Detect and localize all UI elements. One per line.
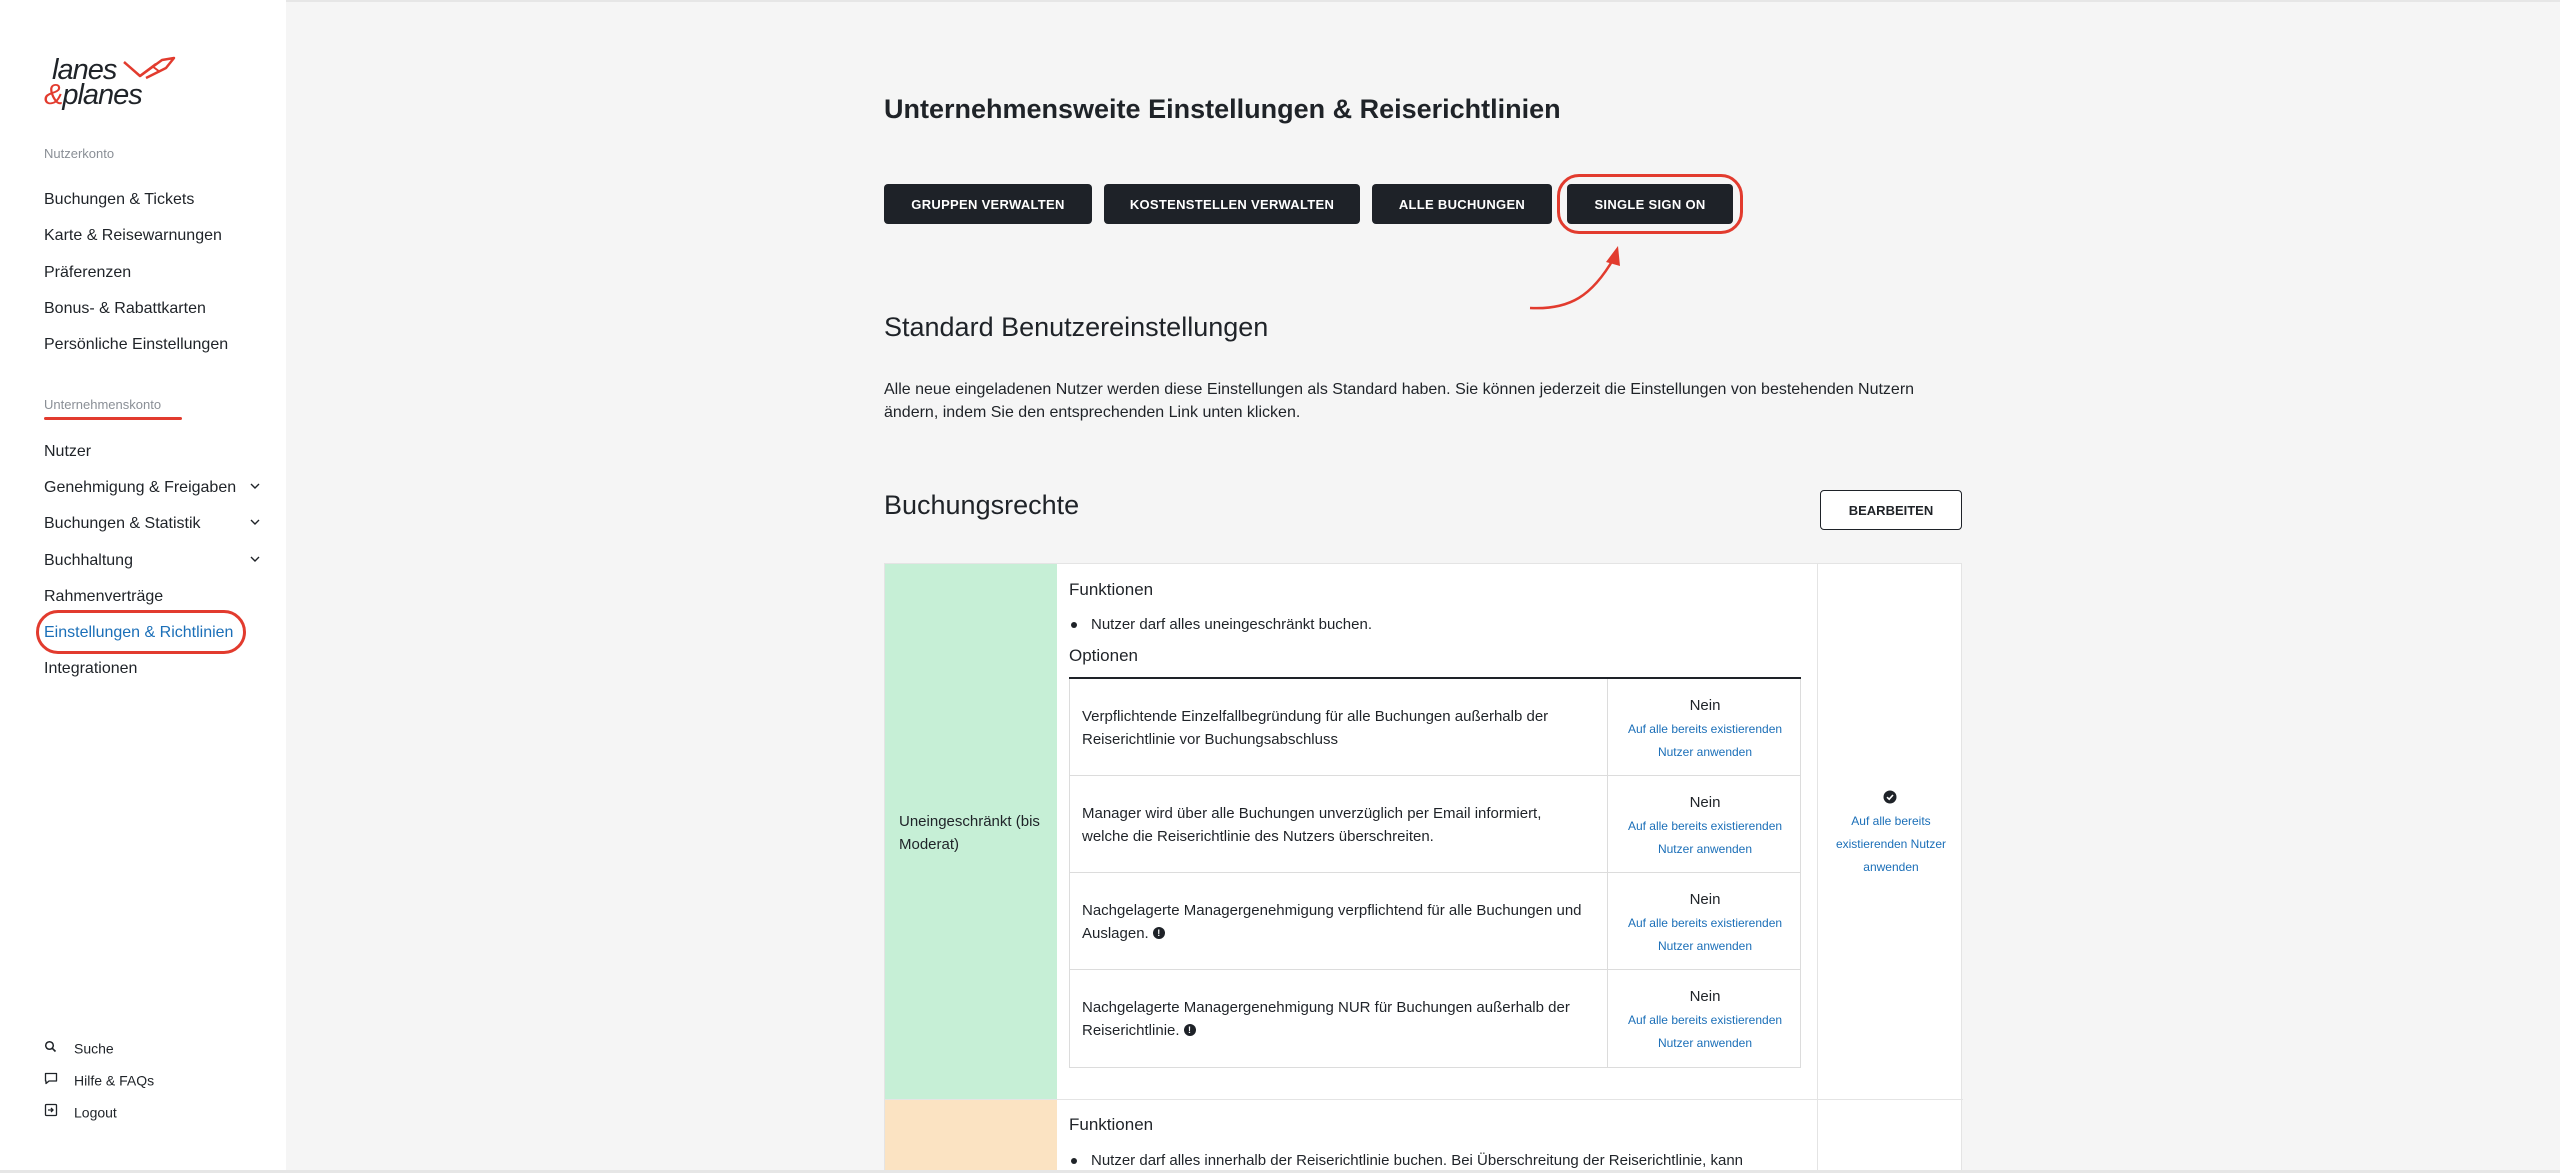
- functions-options-cell: Funktionen Nutzer darf alles uneingeschr…: [1057, 564, 1817, 1173]
- options-table: Verpflichtende Einzelfallbegründung für …: [1069, 679, 1801, 1068]
- defaults-description: Alle neue eingeladenen Nutzer werden die…: [884, 381, 1915, 421]
- sidebar-item-bonus-cards[interactable]: Bonus- & Rabattkarten: [44, 298, 262, 320]
- option-value-cell: Nein Auf alle bereits existierenden Nutz…: [1607, 776, 1802, 872]
- info-icon[interactable]: !: [1183, 1024, 1196, 1036]
- sidebar-item-label: Buchungen & Statistik: [44, 515, 201, 532]
- footer-label: Logout: [74, 1104, 117, 1121]
- sidebar-item-preferences[interactable]: Präferenzen: [44, 262, 262, 284]
- all-bookings-button[interactable]: ALLE BUCHUNGEN: [1372, 184, 1552, 224]
- section-underline: [44, 417, 182, 420]
- option-description: Nachgelagerte Managergenehmigung NUR für…: [1082, 996, 1582, 1042]
- sidebar-item-integrations[interactable]: Integrationen: [44, 658, 262, 680]
- highlight-circle: [36, 610, 246, 654]
- option-row: Manager wird über alle Buchungen unverzü…: [1070, 776, 1800, 873]
- sidebar-item-framework-contracts[interactable]: Rahmenverträge: [44, 586, 262, 608]
- option-description: Manager wird über alle Buchungen unverzü…: [1082, 805, 1542, 845]
- highlight-circle-sso: [1557, 174, 1743, 234]
- section-title-booking-rights: Buchungsrechte: [884, 490, 1080, 520]
- option-value-cell: Nein Auf alle bereits existierenden Nutz…: [1607, 873, 1802, 969]
- apply-to-existing-link[interactable]: Auf alle bereits existierenden Nutzer an…: [1608, 912, 1802, 958]
- page-title: Unternehmensweite Einstellungen & Reiser…: [884, 94, 1561, 124]
- apply-to-existing-link[interactable]: Auf alle bereits existierenden Nutzer an…: [1608, 1009, 1802, 1055]
- main-content: Unternehmensweite Einstellungen & Reiser…: [286, 0, 2560, 1173]
- manage-cost-centers-button[interactable]: KOSTENSTELLEN VERWALTEN: [1104, 184, 1360, 224]
- option-value: Nein: [1689, 988, 1721, 1005]
- sidebar-item-bookings-tickets[interactable]: Buchungen & Tickets: [44, 189, 262, 211]
- sidebar-item-accounting[interactable]: Buchhaltung: [44, 550, 262, 572]
- option-description: Nachgelagerte Managergenehmigung verpfli…: [1082, 899, 1582, 945]
- selection-cell: Auf alle bereits existierenden Nutzer an…: [1817, 564, 1963, 1173]
- brand-logo[interactable]: lanes &planes: [44, 52, 184, 112]
- sidebar-footer-help[interactable]: Hilfe & FAQs: [44, 1069, 154, 1089]
- row-divider: [885, 1099, 1963, 1100]
- manage-groups-button[interactable]: GRUPPEN VERWALTEN: [884, 184, 1092, 224]
- plane-logo-icon: [123, 56, 176, 80]
- option-value: Nein: [1689, 891, 1721, 908]
- option-value: Nein: [1689, 794, 1721, 811]
- section-label-company: Unternehmenskonto: [44, 397, 162, 412]
- annotation-arrow: [1529, 246, 1620, 310]
- sidebar-item-personal-settings[interactable]: Persönliche Einstellungen: [44, 334, 262, 356]
- option-row: Nachgelagerte Managergenehmigung NUR für…: [1070, 970, 1800, 1067]
- sidebar-item-label: Buchhaltung: [44, 552, 133, 569]
- option-description-text: Nachgelagerte Managergenehmigung NUR für…: [1082, 999, 1570, 1039]
- functions-title: Funktionen: [1069, 580, 1154, 599]
- sidebar-item-users[interactable]: Nutzer: [44, 441, 262, 463]
- option-description: Verpflichtende Einzelfallbegründung für …: [1082, 708, 1549, 748]
- chat-icon: [44, 1070, 60, 1090]
- level-cell-unrestricted: Uneingeschränkt (bis Moderat): [885, 564, 1057, 1099]
- chevron-down-icon: [250, 519, 260, 525]
- function-item-level2: Nutzer darf alles innerhalb der Reiseric…: [1070, 1152, 1744, 1169]
- logo-line2: &planes: [44, 79, 143, 111]
- search-icon: [44, 1038, 60, 1058]
- booking-rights-table: Uneingeschränkt (bis Moderat) Funktionen…: [884, 563, 1963, 1173]
- check-circle-icon: [1883, 790, 1897, 804]
- sidebar: lanes &planes Nutzerkonto Buchungen & Ti…: [0, 0, 286, 1173]
- chevron-down-icon: [250, 483, 260, 489]
- sidebar-footer-search[interactable]: Suche: [44, 1037, 114, 1057]
- options-title: Optionen: [1069, 646, 1138, 665]
- section-title-defaults: Standard Benutzereinstellungen: [884, 312, 1269, 342]
- chevron-down-icon: [250, 556, 260, 562]
- option-row: Verpflichtende Einzelfallbegründung für …: [1070, 679, 1800, 776]
- sidebar-item-label: Genehmigung & Freigaben: [44, 479, 237, 496]
- sidebar-item-bookings-stats[interactable]: Buchungen & Statistik: [44, 513, 262, 535]
- apply-all-existing-link[interactable]: Auf alle bereits existierenden Nutzer an…: [1830, 810, 1952, 879]
- sidebar-footer-logout[interactable]: Logout: [44, 1101, 117, 1121]
- level-cell-policy: [885, 1099, 1057, 1173]
- logout-icon: [44, 1102, 60, 1122]
- footer-label: Suche: [74, 1040, 114, 1057]
- apply-to-existing-link[interactable]: Auf alle bereits existierenden Nutzer an…: [1608, 815, 1802, 861]
- apply-to-existing-link[interactable]: Auf alle bereits existierenden Nutzer an…: [1608, 718, 1802, 764]
- option-value: Nein: [1689, 697, 1721, 714]
- edit-button[interactable]: BEARBEITEN: [1820, 490, 1962, 530]
- functions-title-level2: Funktionen: [1069, 1115, 1154, 1134]
- function-item: Nutzer darf alles uneingeschränkt buchen…: [1070, 616, 1373, 633]
- option-value-cell: Nein Auf alle bereits existierenden Nutz…: [1607, 970, 1802, 1067]
- level-label: Uneingeschränkt (bis Moderat): [899, 813, 1040, 853]
- sidebar-item-map-warnings[interactable]: Karte & Reisewarnungen: [44, 225, 262, 247]
- option-value-cell: Nein Auf alle bereits existierenden Nutz…: [1607, 679, 1802, 775]
- option-row: Nachgelagerte Managergenehmigung verpfli…: [1070, 873, 1800, 970]
- section-label-user: Nutzerkonto: [44, 146, 115, 161]
- footer-label: Hilfe & FAQs: [74, 1072, 155, 1089]
- sidebar-item-approvals[interactable]: Genehmigung & Freigaben: [44, 477, 262, 499]
- info-icon[interactable]: !: [1152, 927, 1165, 939]
